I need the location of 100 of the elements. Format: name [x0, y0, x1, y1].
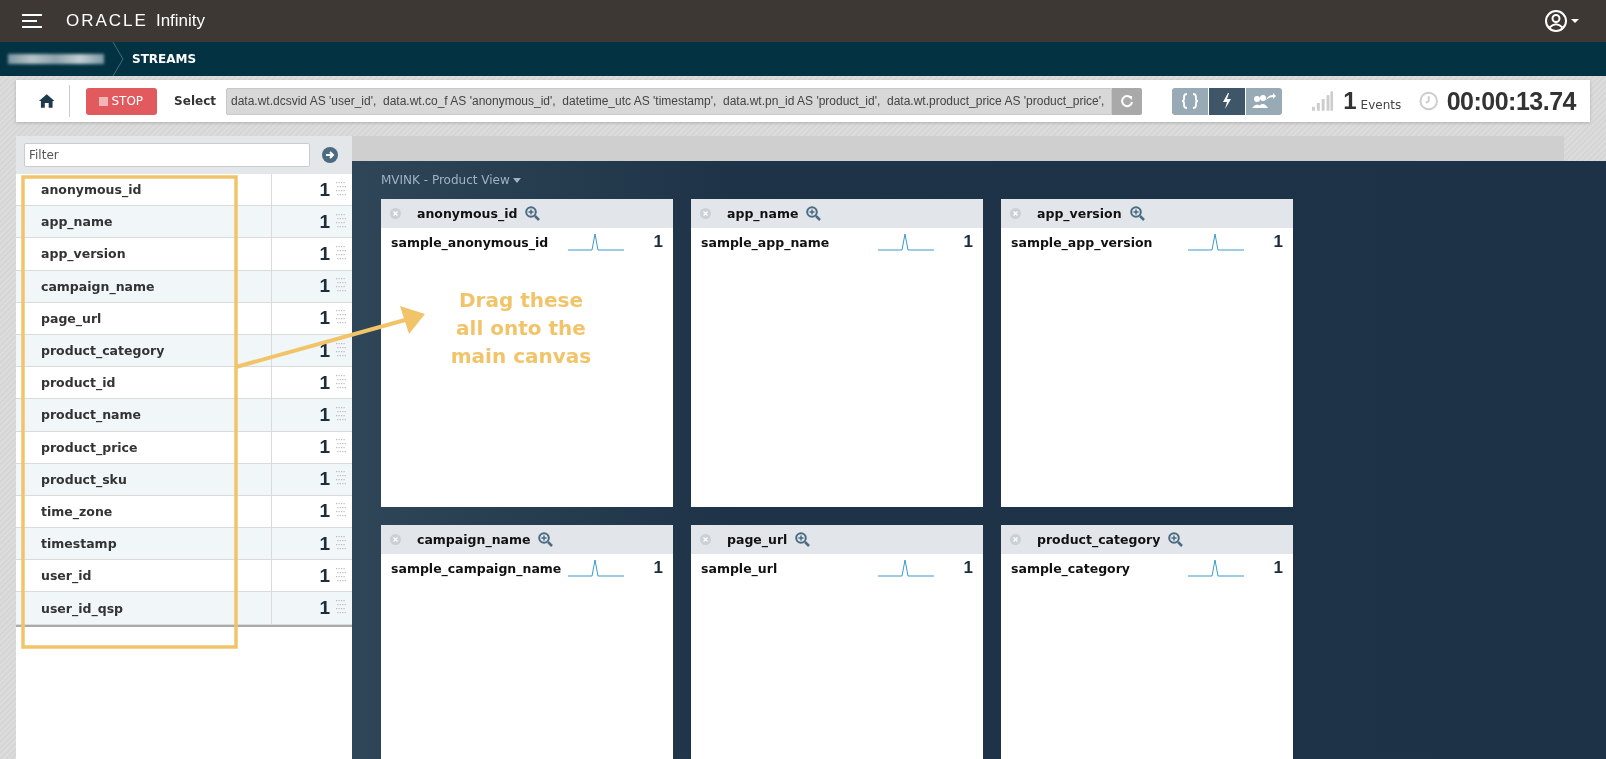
close-icon[interactable] [1010, 208, 1021, 219]
clock-icon [1419, 91, 1439, 111]
drag-handle-icon[interactable] [336, 535, 346, 552]
signal-icon [1311, 91, 1334, 111]
card-title: app_name [727, 206, 799, 221]
filter-field[interactable]: Filter [24, 143, 310, 167]
field-row[interactable]: user_id_qsp 1 [16, 592, 352, 625]
sparkline [877, 233, 934, 251]
drag-handle-icon[interactable] [336, 406, 346, 423]
field-count: 1 [271, 238, 336, 270]
product-name: Infinity [155, 11, 206, 31]
card-title: app_version [1037, 206, 1122, 221]
field-row[interactable]: anonymous_id 1 [16, 174, 352, 207]
sample-value: sample_url [701, 560, 779, 576]
field-row[interactable]: timestamp 1 [16, 528, 352, 561]
close-icon[interactable] [1010, 534, 1021, 545]
field-name: user_id [41, 568, 93, 584]
field-count: 1 [271, 560, 336, 592]
field-name: product_sku [41, 471, 128, 487]
stop-button[interactable]: STOP [86, 87, 158, 115]
sample-value: sample_app_version [1011, 234, 1154, 250]
field-count: 1 [271, 206, 336, 238]
blurred-breadcrumb[interactable] [8, 54, 104, 64]
field-count: 1 [271, 463, 336, 495]
field-row[interactable]: campaign_name 1 [16, 270, 352, 303]
field-name: app_name [41, 214, 114, 230]
home-icon[interactable] [38, 93, 56, 109]
field-row[interactable]: product_sku 1 [16, 463, 352, 496]
drag-handle-icon[interactable] [336, 374, 346, 391]
drag-handle-icon[interactable] [336, 567, 346, 584]
field-name: product_id [41, 375, 117, 391]
zoom-in-icon[interactable] [806, 206, 822, 221]
view-title[interactable]: MVINK - Product View [381, 173, 510, 187]
zoom-in-icon[interactable] [538, 532, 554, 547]
drag-handle-icon[interactable] [336, 213, 346, 230]
field-name: page_url [41, 310, 103, 326]
card-title: product_category [1037, 532, 1161, 547]
field-name: product_price [41, 439, 139, 455]
drag-handle-icon[interactable] [336, 342, 346, 359]
sample-count: 1 [653, 558, 663, 578]
chevron-icon [112, 42, 124, 76]
field-row[interactable]: user_id 1 [16, 560, 352, 593]
arrow-right-icon[interactable] [322, 147, 338, 163]
annotation-text: Drag these all onto the main canvas [449, 287, 593, 370]
share-users-icon [1251, 93, 1276, 109]
drag-handle-icon[interactable] [336, 245, 346, 262]
close-icon[interactable] [700, 534, 711, 545]
field-name: app_version [41, 246, 127, 262]
drag-handle-icon[interactable] [336, 181, 346, 198]
query-field[interactable]: data.wt.dcsvid AS 'user_id', data.wt.co_f AS 'anonymous_id', datetime_utc AS 'timestamp', data.wt.pn_id AS 'product_id', data.wt.product_price AS 'product_price', [226, 87, 1112, 115]
refresh-button[interactable] [1111, 87, 1142, 115]
sparkline [877, 559, 934, 577]
field-name: product_name [41, 407, 143, 423]
sparkline [567, 233, 624, 251]
zoom-in-icon[interactable] [795, 532, 811, 547]
field-count: 1 [271, 302, 336, 334]
field-row[interactable]: product_price 1 [16, 431, 352, 464]
field-row[interactable]: app_version 1 [16, 238, 352, 271]
close-icon[interactable] [700, 208, 711, 219]
field-row[interactable]: time_zone 1 [16, 495, 352, 529]
refresh-icon [1119, 94, 1134, 108]
lightning-icon [1220, 93, 1233, 109]
zoom-in-icon[interactable] [525, 206, 541, 221]
field-count: 1 [271, 334, 336, 367]
field-row[interactable]: product_id 1 [16, 367, 352, 400]
field-name: product_category [41, 343, 166, 359]
field-name: user_id_qsp [41, 600, 125, 616]
mode-button[interactable] [1208, 87, 1245, 115]
card-title: anonymous_id [417, 206, 518, 221]
sample-value: sample_app_name [701, 234, 831, 250]
sample-count: 1 [963, 232, 973, 252]
close-icon[interactable] [390, 208, 401, 219]
card-title: campaign_name [417, 532, 531, 547]
braces-icon [1180, 93, 1199, 109]
zoom-in-icon[interactable] [1168, 532, 1184, 547]
field-count: 1 [271, 431, 336, 463]
sparkline [1187, 233, 1244, 251]
select-label: Select [174, 94, 216, 108]
caret-icon[interactable] [512, 177, 521, 183]
field-count: 1 [271, 528, 336, 560]
zoom-in-icon[interactable] [1129, 206, 1145, 221]
breadcrumb-title: STREAMS [132, 52, 197, 66]
sparkline [1187, 559, 1244, 577]
field-count: 1 [271, 270, 336, 302]
events-label: Events [1360, 98, 1402, 112]
field-count: 1 [271, 592, 336, 624]
field-name: time_zone [41, 503, 114, 519]
sample-count: 1 [1273, 232, 1283, 252]
event-count: 1 [1343, 87, 1357, 115]
field-row[interactable]: product_name 1 [16, 399, 352, 432]
close-icon[interactable] [390, 534, 401, 545]
menu-icon[interactable] [22, 14, 42, 28]
sample-count: 1 [653, 232, 663, 252]
sample-count: 1 [963, 558, 973, 578]
card-title: page_url [727, 532, 788, 547]
timer: 00:00:13.74 [1446, 86, 1576, 116]
field-count: 1 [271, 367, 336, 399]
field-name: anonymous_id [41, 182, 143, 198]
field-row[interactable]: app_name 1 [16, 206, 352, 239]
field-count: 1 [271, 174, 336, 206]
